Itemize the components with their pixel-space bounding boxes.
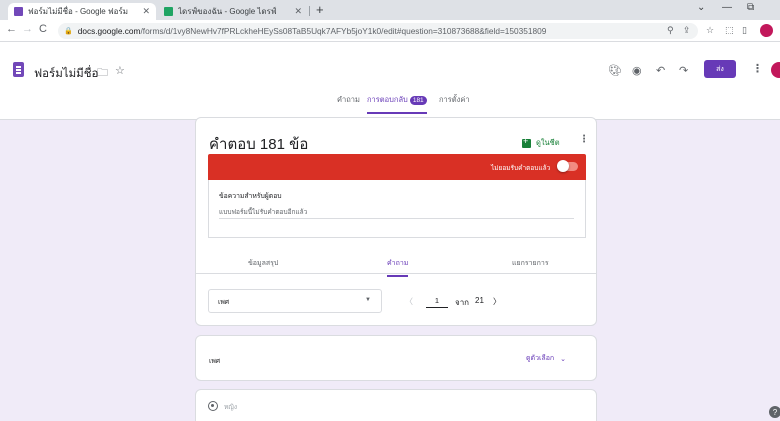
responses-title: คำตอบ 181 ข้อ [209,136,309,153]
tab-responses[interactable]: การตอบกลับ 181 [367,94,427,114]
chevron-down-icon[interactable]: ⌄ [697,2,705,13]
question-card: เพศ ดูตัวเลือก ⌄ [195,335,597,381]
accepting-responses-toggle[interactable] [557,160,578,172]
address-bar[interactable]: 🔒 docs.google.com/forms/d/1vy8NewHv7fPRL… [58,23,698,39]
see-options-button[interactable]: ดูตัวเลือก ⌄ [526,353,566,364]
forms-header: ฟอร์มไม่มีชื่อ 🗀 ☆ 🎨︎ ◉ ↶ ↷ ส่ง ⋮ คำถาม … [0,42,780,120]
tab-questions[interactable]: คำถาม [337,94,360,112]
selected-question: เพศ [218,298,230,306]
google-forms-logo-icon[interactable] [13,62,24,77]
reload-icon[interactable]: C [39,23,47,35]
folder-icon[interactable]: 🗀 [97,64,108,83]
redo-icon[interactable]: ↷ [679,64,688,77]
more-options-icon[interactable]: ⋮ [579,134,589,145]
help-icon[interactable]: ? [769,406,780,418]
question-select[interactable]: เพศ ▼ [208,289,382,313]
preview-eye-icon[interactable]: ◉ [632,64,642,77]
option-card: หญิง [195,389,597,421]
sheets-link-label: ดูในชีต [536,138,560,147]
respondent-message-box: ข้อความสำหรับผู้ตอบ [208,180,586,238]
not-accepting-label: ไม่ยอมรับคำตอบแล้ว [491,165,551,172]
responses-card: คำตอบ 181 ข้อ ดูในชีต ⋮ ไม่ยอมรับคำตอบแล… [195,117,597,326]
forward-icon[interactable]: → [22,23,33,35]
radio-button[interactable] [208,401,218,411]
undo-icon[interactable]: ↶ [656,64,665,77]
back-icon[interactable]: ← [6,23,17,35]
sidebar-icon[interactable]: ▯ [742,25,747,36]
form-title[interactable]: ฟอร์มไม่มีชื่อ [34,65,98,83]
tab-title: ไดรฟ์ของฉัน - Google ไดรฟ์ [178,7,277,16]
not-accepting-banner: ไม่ยอมรับคำตอบแล้ว [208,154,586,180]
browser-tab-bar: ฟอร์มไม่มีชื่อ - Google ฟอร์ม ✕ ไดรฟ์ของ… [0,0,780,20]
page-number-field[interactable]: 1 [426,296,448,308]
tab-responses-label: การตอบกลับ [367,95,408,104]
tab-forms[interactable]: ฟอร์มไม่มีชื่อ - Google ฟอร์ม ✕ [8,3,156,20]
tab-separator [309,6,310,16]
star-icon[interactable]: ☆ [115,64,125,77]
next-page-icon[interactable]: 〉 [493,296,501,307]
share-icon[interactable]: ⇪ [683,25,691,36]
url-path: /forms/d/1vy8NewHv7fPRLckheHEySs08TaB5Uq… [140,26,547,36]
page-of-label: จาก [455,298,470,307]
tab-settings[interactable]: การตั้งค่า [439,94,470,112]
palette-icon[interactable]: 🎨︎ [608,64,622,77]
tab-question[interactable]: คำถาม [387,258,409,277]
respondent-message-field[interactable] [219,206,574,219]
extension-icon[interactable]: ⬚ [725,25,734,36]
close-tab-icon[interactable]: ✕ [142,6,150,17]
view-in-sheets-link[interactable]: ดูในชีต [522,136,560,149]
zoom-icon[interactable]: ⚲ [667,25,674,36]
new-tab-icon[interactable]: + [316,2,324,17]
send-button[interactable]: ส่ง [704,60,736,78]
option-label: หญิง [224,404,237,411]
restore-icon[interactable]: ⧉ [747,2,754,13]
divider [196,273,596,274]
message-label: ข้อความสำหรับผู้ตอบ [219,193,282,200]
toggle-knob [557,160,569,172]
google-forms-favicon-icon [14,7,23,16]
url-domain: docs.google.com [77,26,141,36]
star-icon[interactable]: ☆ [706,25,714,36]
sheets-icon [522,136,531,148]
tab-drive[interactable]: ไดรฟ์ของฉัน - Google ไดรฟ์ ✕ [158,3,308,20]
question-title: เพศ [209,358,221,365]
page-total: 21 [475,296,484,305]
profile-avatar[interactable] [760,24,773,37]
minimize-icon[interactable]: — [722,2,732,13]
lock-icon: 🔒 [64,28,73,35]
avatar[interactable] [771,62,780,78]
close-tab-icon[interactable]: ✕ [294,6,302,17]
browser-toolbar: ← → C 🔒 docs.google.com/forms/d/1vy8NewH… [0,20,780,42]
chevron-down-icon: ⌄ [560,355,567,363]
responses-count-badge: 181 [409,96,427,105]
google-drive-favicon-icon [164,7,173,16]
dropdown-arrow-icon: ▼ [365,297,371,303]
previous-page-icon[interactable]: 〈 [405,296,413,307]
tab-title: ฟอร์มไม่มีชื่อ - Google ฟอร์ม [28,7,129,16]
more-options-icon[interactable]: ⋮ [752,62,763,75]
see-options-label: ดูตัวเลือก [526,355,555,362]
